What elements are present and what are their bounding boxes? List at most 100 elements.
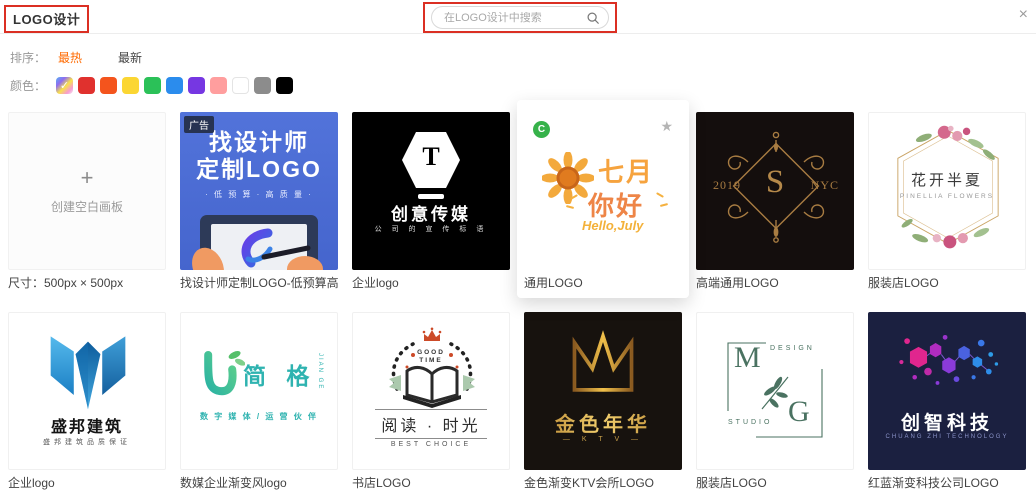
sort-option-hot[interactable]: 最热 (58, 49, 82, 66)
color-label: 颜色： (10, 78, 47, 93)
ad-title-line2: 定制LOGO (196, 156, 322, 182)
template-caption: 红蓝渐变科技公司LOGO (868, 476, 999, 490)
logo-vertical-text: JIAN GE (317, 353, 323, 391)
logo-name: 金色年华 (524, 408, 682, 437)
card-bookstore-logo: GOOD TIME 阅读 · 时光 BEST CHOICE 书店LOGO (352, 312, 510, 491)
ad-tagline: · 低 预 算 · 高 质 量 · (205, 190, 313, 199)
logo-word-3: Hello,July (582, 218, 644, 233)
card-ktv-logo: 金色年华 — K T V — 金色渐变KTV会所LOGO (524, 312, 682, 491)
logo-name: 盛邦建筑 (50, 419, 123, 436)
book-crown-emblem (389, 327, 475, 408)
ad-thumbnail[interactable]: 广告 找设计师 定制LOGO · 低 预 算 · 高 质 量 · (180, 112, 338, 270)
logo-word-studio: STUDIO (728, 419, 773, 426)
template-thumbnail[interactable]: 创智科技 CHUANG ZHI TECHNOLOGY (868, 312, 1026, 470)
logo-name: 花开半夏 (910, 172, 983, 189)
template-caption: 金色渐变KTV会所LOGO (524, 476, 655, 490)
template-caption: 企业logo (8, 476, 55, 490)
color-swatch-pink[interactable] (210, 76, 227, 94)
sparkle (565, 204, 575, 210)
logo-top-line2: TIME (419, 357, 443, 364)
search-icon[interactable] (586, 11, 600, 25)
template-caption: 数媒企业渐变风logo (180, 476, 287, 490)
logo-subtitle: CHUANG ZHI TECHNOLOGY (885, 434, 1009, 440)
title-annotation-box: LOGO设计 (4, 5, 90, 33)
template-thumbnail[interactable]: 花开半夏 PINELLIA FLOWERS (868, 112, 1026, 270)
sunflower-icon (542, 152, 594, 204)
logo-city: NYC (810, 178, 839, 192)
logo-top-text: GOOD TIME (353, 349, 509, 365)
canvas-size-caption: 尺寸：500px × 500px (8, 276, 124, 290)
color-swatch-black[interactable] (276, 76, 293, 94)
sparkle (656, 192, 664, 198)
search-bar[interactable] (431, 6, 609, 29)
logo-letter-m: M (734, 341, 761, 374)
search-input[interactable] (444, 11, 586, 24)
logo-subtitle: 盛邦建筑品质保证 (43, 439, 131, 446)
favorite-star-icon[interactable]: ★ (660, 118, 673, 135)
page-header: LOGO设计 × (0, 0, 1036, 34)
template-thumbnail[interactable]: GOOD TIME 阅读 · 时光 BEST CHOICE (352, 312, 510, 470)
check-icon: ✓ (59, 79, 70, 92)
mg-monogram: M DESIGN G STUDIO (726, 339, 826, 443)
color-swatch-red[interactable] (78, 76, 95, 94)
logo-tagline: 公 司 的 宣 传 标 语 (374, 226, 488, 233)
template-caption: 高端通用LOGO (696, 276, 779, 290)
close-icon[interactable]: × (1019, 7, 1028, 23)
color-swatch-white[interactable] (232, 76, 249, 94)
template-thumbnail[interactable]: C ★ 七月 你好 Hello,July (524, 112, 682, 270)
logo-word-design: DESIGN (770, 345, 815, 352)
search-annotation-box (423, 2, 617, 33)
color-swatch-list: ✓ (56, 76, 298, 94)
copyright-badge: C (533, 121, 550, 138)
leaf-u-icon (204, 351, 245, 396)
template-caption: 服装店LOGO (696, 476, 767, 490)
color-swatch-green[interactable] (144, 76, 161, 94)
color-swatch-gray[interactable] (254, 76, 271, 94)
template-thumbnail[interactable]: 盛邦建筑 盛邦建筑品质保证 (8, 312, 166, 470)
template-grid: + 创建空白画板 尺寸：500px × 500px 广告 找设计师 定制LOGO… (0, 100, 1036, 491)
logo-name: 创意传媒 (391, 205, 471, 224)
building-crystal-icon (50, 336, 126, 410)
sort-option-new[interactable]: 最新 (118, 49, 142, 66)
logo-word-1: 七月 (598, 157, 655, 187)
template-thumbnail[interactable]: 2019 S NYC (696, 112, 854, 270)
filter-panel: 排序： 最热 最新 颜色： ✓ (0, 34, 1036, 95)
color-row: 颜色： ✓ (10, 75, 1036, 95)
ad-badge: 广告 (184, 116, 214, 133)
template-caption: 通用LOGO (524, 276, 583, 290)
logo-top-line1: GOOD (417, 349, 445, 356)
card-tech-logo: 创智科技 CHUANG ZHI TECHNOLOGY 红蓝渐变科技公司LOGO (868, 312, 1026, 491)
card-july-hovered: C ★ 七月 你好 Hello,July 通用LOGO (517, 100, 689, 298)
template-thumbnail[interactable]: 金色年华 — K T V — (524, 312, 682, 470)
create-blank-canvas-button[interactable]: + 创建空白画板 (8, 112, 166, 270)
card-mg-logo: M DESIGN G STUDIO 服装店LOGO (696, 312, 854, 491)
template-caption: 找设计师定制LOGO-低预算高质量 (180, 276, 338, 290)
color-swatch-yellow[interactable] (122, 76, 139, 94)
template-caption: 书店LOGO (352, 476, 411, 490)
template-thumbnail[interactable]: M DESIGN G STUDIO (696, 312, 854, 470)
color-swatch-multicolor[interactable]: ✓ (56, 76, 73, 94)
card-jiange-logo: 简 格 JIAN GE 数 字 媒 体 / 运 营 伙 伴 数媒企业渐变风log… (180, 312, 338, 491)
template-caption: 服装店LOGO (868, 276, 939, 290)
plus-icon: + (80, 165, 94, 190)
template-thumbnail[interactable]: T 创意传媒 公 司 的 宣 传 标 语 (352, 112, 510, 270)
card-blank-canvas: + 创建空白画板 尺寸：500px × 500px (8, 112, 166, 291)
card-building-logo: 盛邦建筑 盛邦建筑品质保证 企业logo (8, 312, 166, 491)
hovered-template-card[interactable]: C ★ 七月 你好 Hello,July 通用LOGO (517, 100, 689, 298)
sort-label: 排序： (10, 50, 47, 65)
gold-crown-icon (572, 330, 634, 392)
ad-title-line1: 找设计师 (209, 129, 309, 155)
logo-tagline: 数 字 媒 体 / 运 营 伙 伴 (199, 412, 318, 421)
hexagon-network-icon (899, 334, 999, 385)
template-thumbnail[interactable]: 简 格 JIAN GE 数 字 媒 体 / 运 营 伙 伴 (180, 312, 338, 470)
color-swatch-blue[interactable] (166, 76, 183, 94)
template-caption: 企业logo (352, 276, 399, 290)
logo-name: 创智科技 (900, 413, 993, 434)
color-swatch-purple[interactable] (188, 76, 205, 94)
color-swatch-orange[interactable] (100, 76, 117, 94)
logo-subtitle: BEST CHOICE (390, 441, 472, 448)
card-ad: 广告 找设计师 定制LOGO · 低 预 算 · 高 质 量 · 找设计师定制L… (180, 112, 338, 291)
sparkle (659, 202, 669, 208)
logo-letter: T (422, 142, 440, 171)
sort-row: 排序： 最热 最新 (10, 47, 1036, 67)
